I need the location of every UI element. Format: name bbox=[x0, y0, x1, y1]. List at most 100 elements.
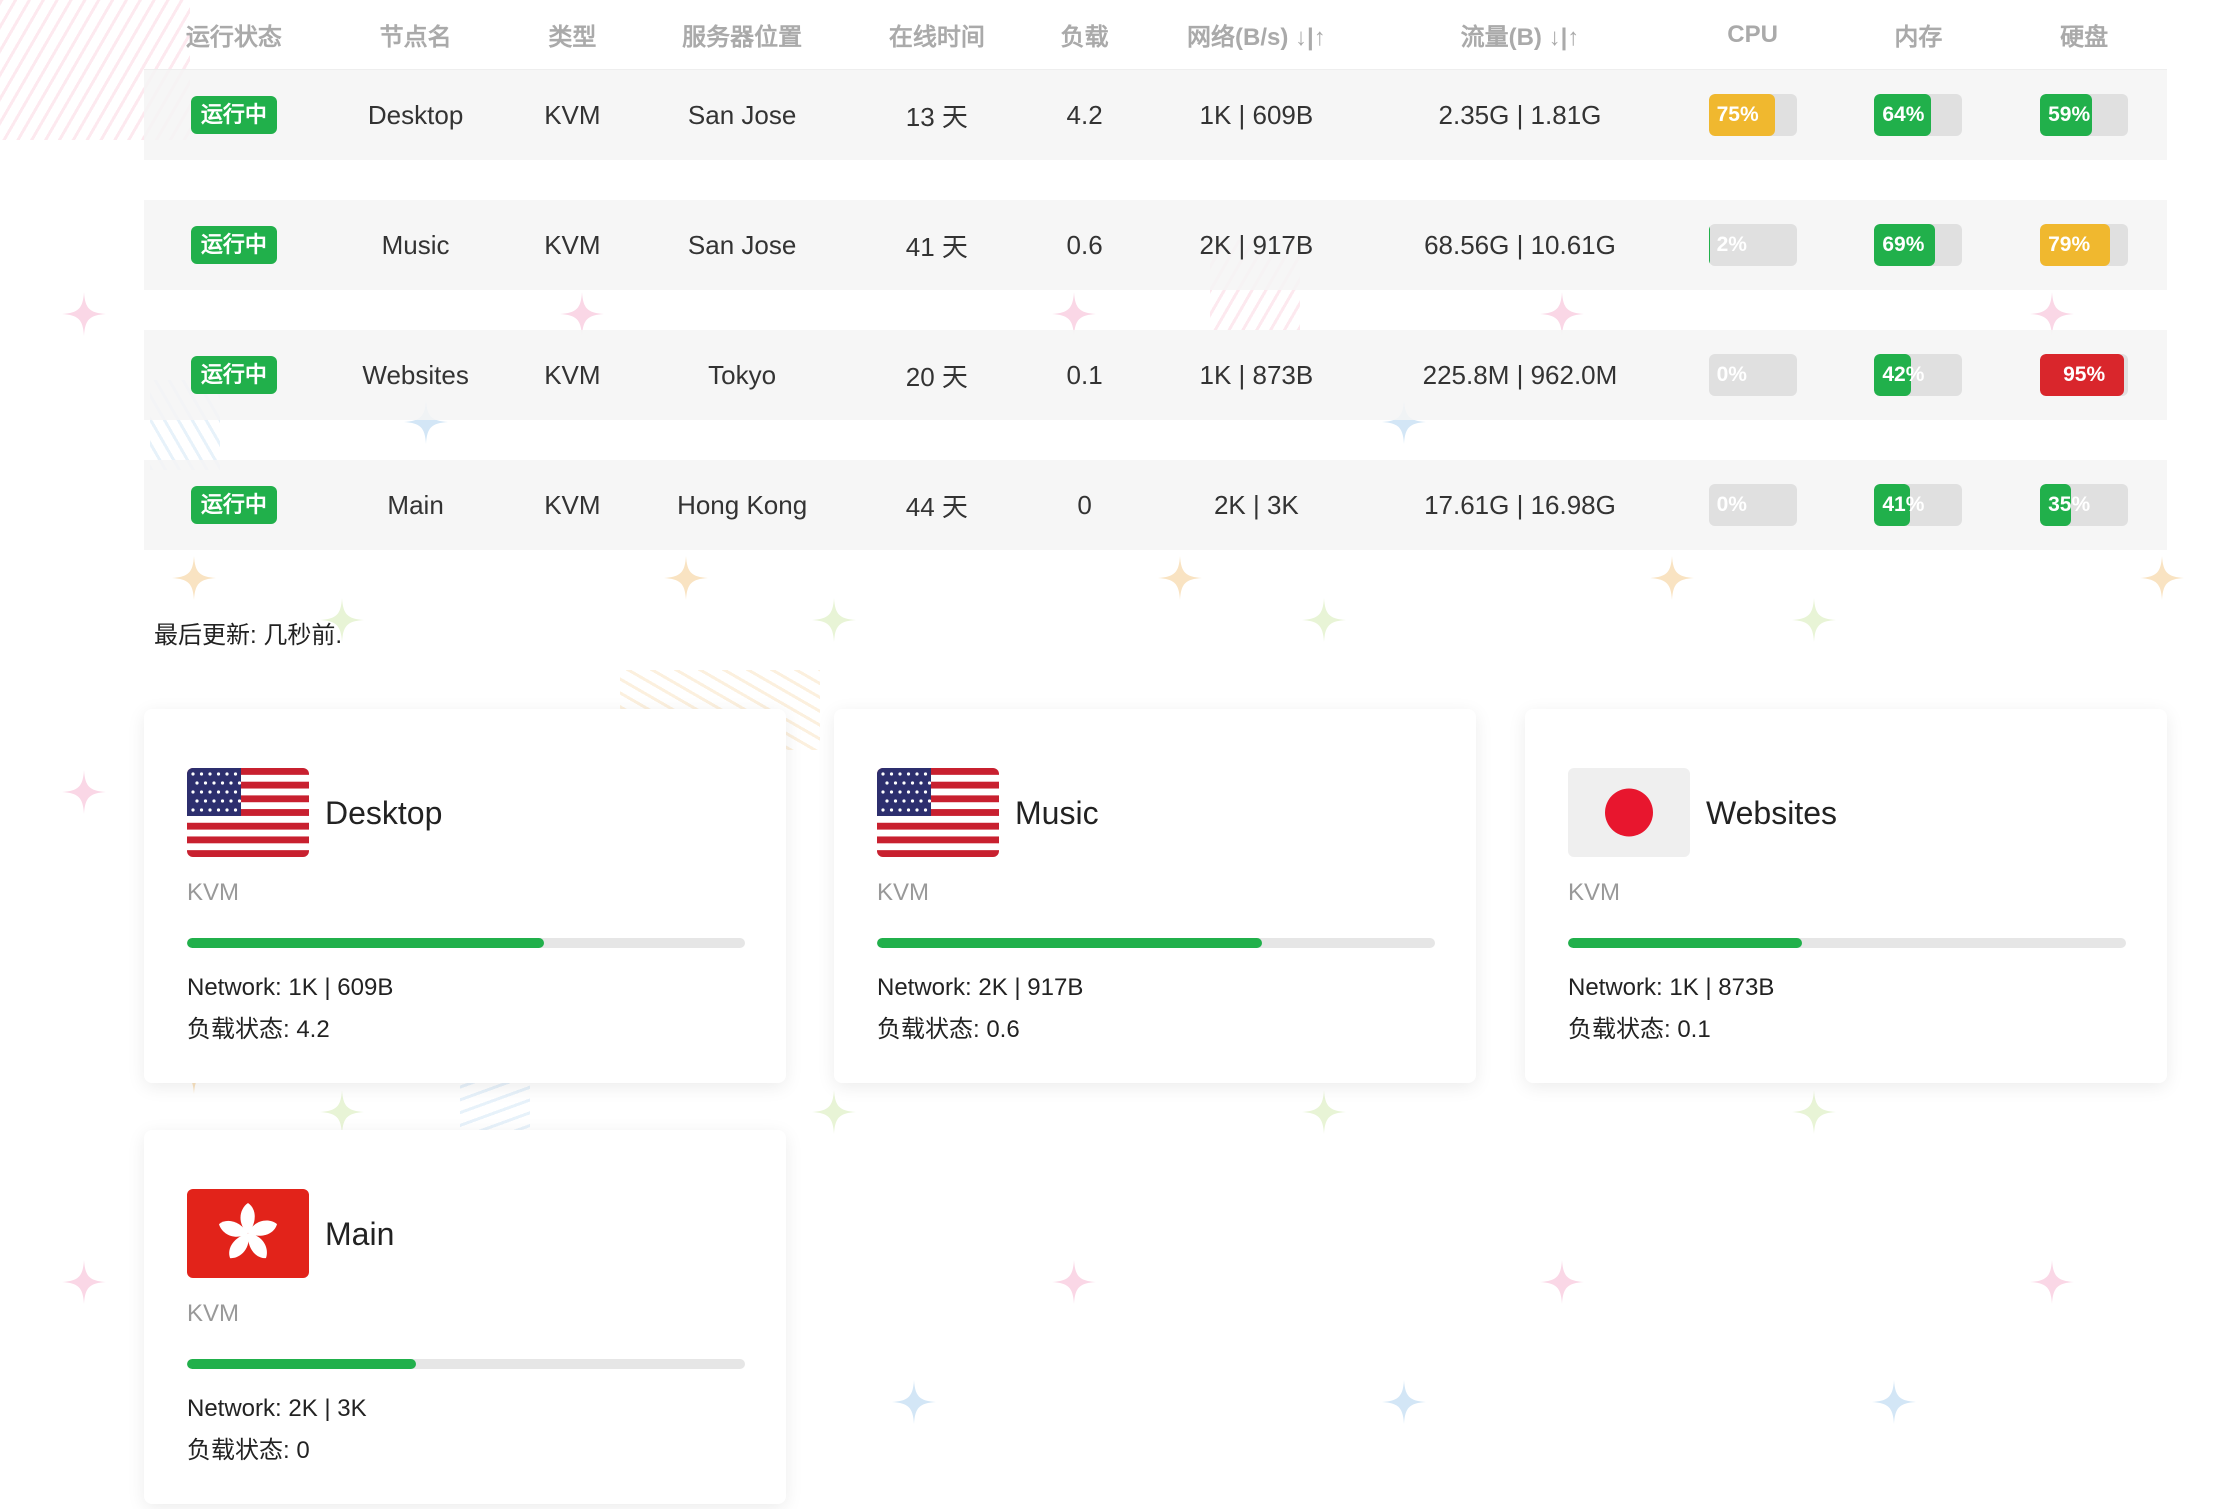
usage-bar: 75% bbox=[1708, 94, 1797, 136]
usage-bar: 64% bbox=[1874, 94, 1963, 136]
card-type: KVM bbox=[1568, 879, 1621, 906]
server-card[interactable]: Desktop KVM Network: 1K | 609B 负载状态: 4.2 bbox=[144, 709, 786, 1083]
status-badge-cell: 运行中 bbox=[144, 226, 324, 264]
column-header[interactable]: 网络(B/s) ↓|↑ bbox=[1143, 17, 1371, 52]
server-card[interactable]: Main KVM Network: 2K | 3K 负载状态: 0 bbox=[144, 1130, 786, 1504]
usage-bar-fill bbox=[1708, 224, 1711, 266]
network-speed-cell: 2K | 3K bbox=[1213, 489, 1299, 520]
usage-percent: 95% bbox=[2063, 363, 2106, 386]
card-load: 负载状态: 4.2 bbox=[187, 1016, 330, 1043]
status-badge: 运行中 bbox=[190, 486, 277, 524]
node-name-cell: Music bbox=[381, 229, 450, 260]
card-progress-fill bbox=[187, 1359, 416, 1369]
usage-percent: 75% bbox=[1716, 103, 1759, 126]
cpu-usage-cell: 2% bbox=[1670, 224, 1836, 266]
usage-bar: 41% bbox=[1874, 484, 1963, 526]
card-type: KVM bbox=[187, 1300, 240, 1327]
card-title: Main bbox=[325, 1216, 395, 1252]
card-type: KVM bbox=[187, 879, 240, 906]
table-row[interactable]: 运行中 Main KVM Hong Kong 44 天 0 2K | 3K 17.61G | … bbox=[144, 460, 2167, 550]
usage-bar: 0% bbox=[1708, 354, 1797, 396]
status-badge: 运行中 bbox=[190, 96, 277, 134]
cpu-usage-cell: 0% bbox=[1670, 354, 1836, 396]
jp-flag bbox=[1568, 768, 1690, 857]
usage-bar: 69% bbox=[1874, 224, 1963, 266]
column-header: 负载 bbox=[1060, 24, 1109, 51]
card-title: Music bbox=[1015, 795, 1099, 831]
traffic-total-cell: 68.56G | 10.61G bbox=[1424, 229, 1616, 260]
disk-usage-cell: 59% bbox=[2001, 94, 2167, 136]
uptime-cell: 44 天 bbox=[905, 491, 968, 522]
usage-percent: 41% bbox=[1882, 493, 1925, 516]
card-title: Websites bbox=[1706, 795, 1838, 831]
mem-usage-cell: 42% bbox=[1836, 354, 2002, 396]
card-load: 负载状态: 0.6 bbox=[877, 1016, 1020, 1043]
traffic-total-cell: 225.8M | 962.0M bbox=[1422, 359, 1618, 390]
load-value-cell: 0 bbox=[1077, 489, 1092, 520]
usage-percent: 64% bbox=[1882, 103, 1925, 126]
status-badge: 运行中 bbox=[190, 356, 277, 394]
mem-usage-cell: 69% bbox=[1836, 224, 2002, 266]
usage-percent: 69% bbox=[1882, 233, 1925, 256]
status-badge-cell: 运行中 bbox=[144, 96, 324, 134]
usage-percent: 35% bbox=[2048, 493, 2091, 516]
node-type-cell: KVM bbox=[544, 99, 601, 130]
card-progress-bar bbox=[877, 938, 1435, 948]
node-type-cell: KVM bbox=[544, 489, 601, 520]
load-value-cell: 4.2 bbox=[1066, 99, 1103, 130]
traffic-total-cell: 2.35G | 1.81G bbox=[1438, 99, 1602, 130]
network-speed-cell: 2K | 917B bbox=[1199, 229, 1314, 260]
server-table: 运行状态 节点名 类型 服务器位置 在线时间 负载 网络(B/s) ↓|↑ 流量(B) ↓|↑… bbox=[144, 0, 2167, 550]
table-row[interactable]: 运行中 Desktop KVM San Jose 13 天 4.2 1K | 609B 2.3… bbox=[144, 70, 2167, 160]
node-name-cell: Desktop bbox=[367, 99, 464, 130]
node-name-cell: Main bbox=[387, 489, 444, 520]
table-row[interactable]: 运行中 Websites KVM Tokyo 20 天 0.1 1K | 873B 225.8… bbox=[144, 330, 2167, 420]
column-header: 内存 bbox=[1894, 24, 1943, 51]
table-row[interactable]: 运行中 Music KVM San Jose 41 天 0.6 2K | 917B 68.56… bbox=[144, 200, 2167, 290]
network-speed-cell: 1K | 873B bbox=[1199, 359, 1314, 390]
us-flag bbox=[187, 768, 309, 857]
server-location-cell: San Jose bbox=[687, 99, 797, 130]
card-progress-fill bbox=[877, 938, 1263, 948]
column-header: 运行状态 bbox=[185, 24, 282, 51]
usage-bar: 0% bbox=[1708, 484, 1797, 526]
table-body: 运行中 Desktop KVM San Jose 13 天 4.2 1K | 609B 2.3… bbox=[144, 70, 2167, 550]
node-type-cell: KVM bbox=[544, 359, 601, 390]
mem-usage-cell: 64% bbox=[1836, 94, 2002, 136]
column-header: 服务器位置 bbox=[682, 24, 803, 51]
server-card[interactable]: Music KVM Network: 2K | 917B 负载状态: 0.6 bbox=[834, 709, 1476, 1083]
column-header[interactable]: 流量(B) ↓|↑ bbox=[1370, 17, 1670, 52]
card-network: Network: 2K | 917B bbox=[877, 974, 1084, 1001]
hk-flag bbox=[187, 1189, 309, 1278]
card-type: KVM bbox=[877, 879, 930, 906]
traffic-total-cell: 17.61G | 16.98G bbox=[1424, 489, 1616, 520]
usage-bar: 95% bbox=[2040, 354, 2129, 396]
status-badge-cell: 运行中 bbox=[144, 486, 324, 524]
server-location-cell: Tokyo bbox=[708, 359, 777, 390]
usage-bar: 59% bbox=[2040, 94, 2129, 136]
usage-bar: 2% bbox=[1708, 224, 1797, 266]
usage-percent: 0% bbox=[1716, 363, 1747, 386]
uptime-cell: 41 天 bbox=[905, 231, 968, 262]
card-progress-bar bbox=[1568, 938, 2126, 948]
last-update-text: 最后更新: 几秒前. bbox=[154, 622, 343, 649]
card-progress-bar bbox=[187, 938, 745, 948]
network-speed-cell: 1K | 609B bbox=[1199, 99, 1314, 130]
server-location-cell: Hong Kong bbox=[677, 489, 808, 520]
usage-bar: 42% bbox=[1874, 354, 1963, 396]
usage-percent: 42% bbox=[1882, 363, 1925, 386]
server-card[interactable]: Websites KVM Network: 1K | 873B 负载状态: 0.… bbox=[1525, 709, 2167, 1083]
card-network: Network: 1K | 873B bbox=[1568, 974, 1775, 1001]
usage-bar: 79% bbox=[2040, 224, 2129, 266]
column-header: CPU bbox=[1727, 20, 1778, 48]
card-progress-bar bbox=[187, 1359, 745, 1369]
usage-percent: 79% bbox=[2048, 233, 2091, 256]
status-badge: 运行中 bbox=[190, 226, 277, 264]
load-value-cell: 0.6 bbox=[1066, 229, 1103, 260]
usage-percent: 2% bbox=[1716, 233, 1747, 256]
card-progress-fill bbox=[187, 938, 545, 948]
us-flag bbox=[877, 768, 999, 857]
column-header: 类型 bbox=[548, 24, 597, 51]
card-load: 负载状态: 0 bbox=[187, 1437, 310, 1464]
usage-percent: 59% bbox=[2048, 103, 2091, 126]
